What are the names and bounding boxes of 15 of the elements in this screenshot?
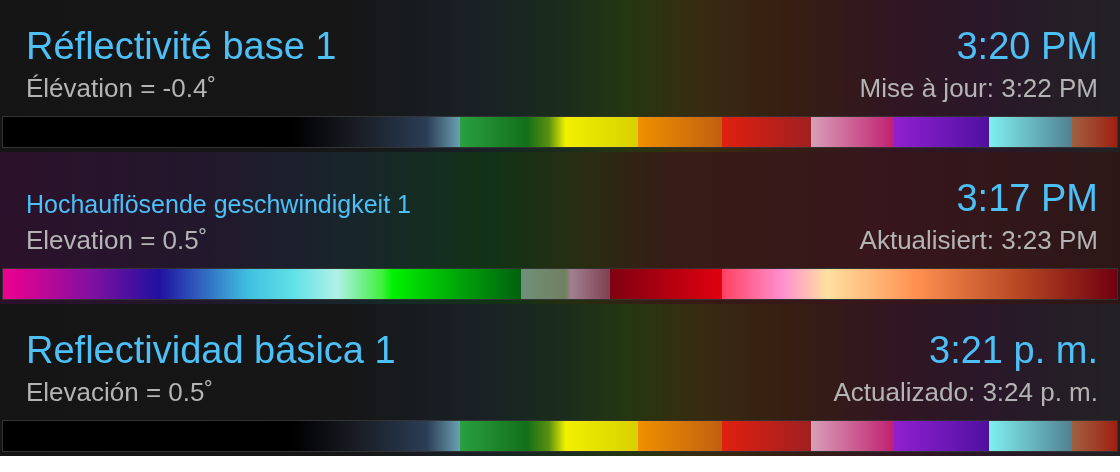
radar-panel[interactable]: Réflectivité base 1 3:20 PM Élévation = -0.4˚ Mise à jour: 3:22 PM bbox=[0, 0, 1120, 152]
product-title: Hochauflösende geschwindigkeit 1 bbox=[26, 189, 411, 220]
product-title: Reflectividad básica 1 bbox=[26, 328, 396, 372]
radar-panel[interactable]: Reflectividad básica 1 3:21 p. m. Elevación = 0.5˚ Actualizado: 3:24 p. m. bbox=[0, 304, 1120, 456]
elevation-label: Elevación = 0.5˚ bbox=[26, 376, 214, 408]
product-title: Réflectivité base 1 bbox=[26, 24, 337, 68]
scan-time: 3:21 p. m. bbox=[929, 328, 1098, 372]
update-time: Actualizado: 3:24 p. m. bbox=[833, 376, 1098, 408]
scan-time: 3:17 PM bbox=[956, 176, 1098, 220]
update-time: Aktualisiert: 3:23 PM bbox=[859, 224, 1098, 256]
elevation-label: Elevation = 0.5˚ bbox=[26, 224, 208, 256]
radar-panel[interactable]: Hochauflösende geschwindigkeit 1 3:17 PM Elevation = 0.5˚ Aktualisiert: 3:23 PM bbox=[0, 152, 1120, 304]
update-time: Mise à jour: 3:22 PM bbox=[859, 72, 1098, 104]
scan-time: 3:20 PM bbox=[956, 24, 1098, 68]
elevation-label: Élévation = -0.4˚ bbox=[26, 72, 217, 104]
